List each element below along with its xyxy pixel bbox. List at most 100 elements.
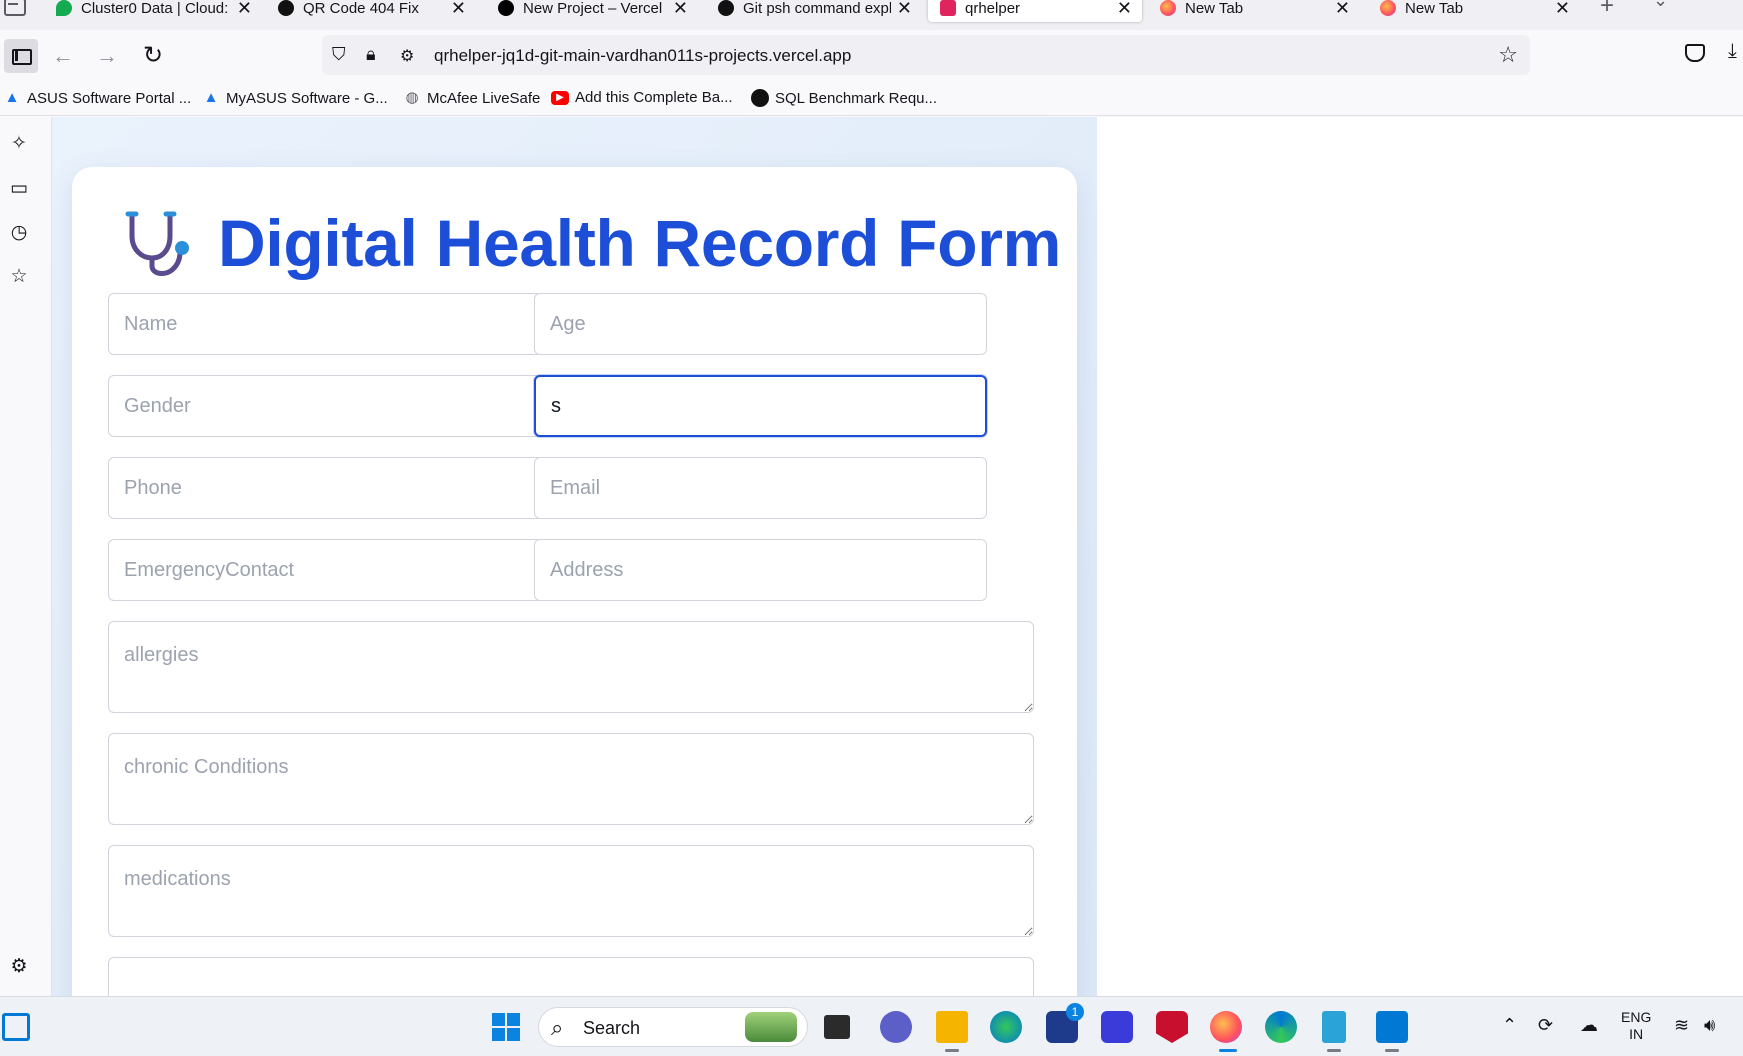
chevron-up-icon[interactable]: ⌃ <box>1502 1015 1517 1036</box>
chatgpt-icon <box>718 0 734 16</box>
taskbar-search-box[interactable]: ⌕ Search <box>538 1007 808 1047</box>
mathpix-icon[interactable] <box>1101 1011 1133 1043</box>
tab-vercel[interactable]: New Project – Vercel ✕ <box>498 0 688 22</box>
edge-icon[interactable] <box>1265 1011 1297 1043</box>
microsoft-store-icon[interactable]: 1 <box>1046 1003 1084 1043</box>
new-tab-plus-icon[interactable]: + <box>1600 0 1614 20</box>
close-icon[interactable]: ✕ <box>897 0 912 19</box>
qrhelper-icon <box>940 0 956 16</box>
notepad-icon[interactable] <box>1322 1011 1346 1043</box>
address-bar[interactable]: ⛉ 🔒︎ ⚙︎ qrhelper-jq1d-git-main-vardhan01… <box>322 35 1530 75</box>
download-icon[interactable]: ⤓ <box>1728 40 1737 63</box>
edge-dev-icon[interactable] <box>990 1011 1022 1043</box>
chronic-conditions-textarea[interactable] <box>108 733 1034 825</box>
tab-qrhelper[interactable]: qrhelper ✕ <box>928 0 1142 22</box>
forward-arrow-icon[interactable]: → <box>91 40 123 72</box>
chatgpt-icon <box>278 0 294 16</box>
address-input[interactable] <box>534 539 987 601</box>
tab-list-icon[interactable] <box>4 0 26 16</box>
firefox-icon <box>1380 0 1396 16</box>
task-view-icon[interactable] <box>824 1015 850 1039</box>
widgets-icon[interactable] <box>2 1013 30 1041</box>
tab-qr-code-fix[interactable]: QR Code 404 Fix ✕ <box>278 0 466 22</box>
bookmark-youtube[interactable]: ▶ Add this Complete Ba... <box>551 89 733 106</box>
windows-start-icon[interactable] <box>490 1011 522 1043</box>
firefox-icon <box>1160 0 1176 16</box>
stethoscope-icon <box>125 211 189 276</box>
search-highlight-image <box>745 1012 797 1042</box>
reload-icon[interactable]: ↻ <box>137 40 169 72</box>
pocket-icon[interactable] <box>1685 44 1705 62</box>
browser-sidebar: ✧ ▭ ◷ ☆ ⚙ <box>0 117 52 996</box>
vercel-icon <box>498 0 514 16</box>
page-background: Digital Health Record Form <box>52 117 1097 996</box>
medications-textarea[interactable] <box>108 845 1034 937</box>
history-clock-icon[interactable]: ◷ <box>8 222 30 244</box>
form-header: Digital Health Record Form <box>122 205 1061 281</box>
vscode-icon[interactable] <box>1376 1011 1408 1043</box>
search-icon: ⌕ <box>551 1015 564 1040</box>
form-title: Digital Health Record Form <box>218 206 1061 280</box>
close-icon[interactable]: ✕ <box>1117 0 1132 19</box>
settings-gear-icon[interactable]: ⚙ <box>8 956 30 978</box>
ai-chatbot-icon[interactable]: ✧ <box>8 133 30 155</box>
site-permissions-icon[interactable]: ⚙︎ <box>400 46 414 66</box>
tab-cluster0[interactable]: Cluster0 Data | Cloud: ✕ <box>56 0 252 22</box>
bookmark-asus-portal[interactable]: ▲ ASUS Software Portal ... <box>3 89 192 107</box>
store-badge: 1 <box>1066 1003 1084 1021</box>
mcafee-icon[interactable] <box>1156 1011 1188 1043</box>
sidebar-toggle-button[interactable] <box>4 39 38 73</box>
close-icon[interactable]: ✕ <box>451 0 466 19</box>
back-arrow-icon[interactable]: ← <box>47 40 79 72</box>
url-text[interactable]: qrhelper-jq1d-git-main-vardhan011s-proje… <box>434 46 851 66</box>
emergency-contact-input[interactable] <box>108 539 561 601</box>
bookmark-sql-benchmark[interactable]: SQL Benchmark Requ... <box>751 89 937 107</box>
youtube-icon: ▶ <box>551 90 569 105</box>
tab-new-tab-1[interactable]: New Tab ✕ <box>1160 0 1350 22</box>
gender-input[interactable] <box>108 375 561 437</box>
active-indicator <box>1219 1049 1237 1052</box>
blood-group-input[interactable] <box>534 375 987 437</box>
globe-icon: ◍ <box>405 89 419 106</box>
onedrive-offline-icon[interactable]: ☁ <box>1580 1015 1598 1036</box>
form-card: Digital Health Record Form <box>72 167 1077 996</box>
bookmarks-toolbar: ▲ ASUS Software Portal ... ▲ MyASUS Soft… <box>0 82 1743 116</box>
email-input[interactable] <box>534 457 987 519</box>
chatgpt-icon <box>751 89 769 107</box>
running-indicator <box>1327 1049 1341 1052</box>
shield-icon[interactable]: ⛉ <box>332 44 346 65</box>
close-icon[interactable]: ✕ <box>1555 0 1570 19</box>
phone-input[interactable] <box>108 457 561 519</box>
name-input[interactable] <box>108 293 561 355</box>
firefox-icon[interactable] <box>1210 1011 1242 1043</box>
sync-icon[interactable]: ⟳ <box>1538 1015 1553 1036</box>
synced-tabs-icon[interactable]: ▭ <box>8 178 30 200</box>
asus-icon: ▲ <box>203 89 219 106</box>
navigation-toolbar: ← → ↻ ⛉ 🔒︎ ⚙︎ qrhelper-jq1d-git-main-var… <box>0 30 1743 82</box>
bookmarks-star-icon[interactable]: ☆ <box>8 266 30 288</box>
bookmark-star-icon[interactable]: ☆ <box>1498 42 1518 68</box>
page-viewport: Digital Health Record Form <box>52 117 1743 996</box>
tab-git-push[interactable]: Git psh command expl ✕ <box>718 0 912 22</box>
lock-icon[interactable]: 🔒︎ <box>366 44 376 65</box>
close-icon[interactable]: ✕ <box>673 0 688 19</box>
close-icon[interactable]: ✕ <box>237 0 252 19</box>
age-input[interactable] <box>534 293 987 355</box>
tab-new-tab-2[interactable]: New Tab ✕ <box>1380 0 1570 22</box>
teams-chat-icon[interactable] <box>880 1011 912 1043</box>
wifi-icon[interactable]: ≋ <box>1674 1015 1689 1036</box>
volume-icon[interactable]: 🔊︎ <box>1704 1015 1715 1036</box>
file-explorer-icon[interactable] <box>936 1011 968 1043</box>
windows-taskbar: ⌕ Search 1 ⌃ ⟳ ☁ ENG IN ≋ 🔊︎ <box>0 996 1743 1056</box>
running-indicator <box>945 1049 959 1052</box>
bookmark-myasus[interactable]: ▲ MyASUS Software - G... <box>202 89 388 107</box>
next-field-textarea[interactable] <box>108 957 1034 996</box>
allergies-textarea[interactable] <box>108 621 1034 713</box>
mongodb-leaf-icon <box>56 0 72 16</box>
tab-strip: Cluster0 Data | Cloud: ✕ QR Code 404 Fix… <box>0 0 1743 30</box>
bookmark-mcafee[interactable]: ◍ McAfee LiveSafe <box>403 89 540 107</box>
chevron-down-icon[interactable]: ⌄ <box>1653 0 1668 11</box>
close-icon[interactable]: ✕ <box>1335 0 1350 19</box>
language-indicator[interactable]: ENG IN <box>1621 1009 1651 1043</box>
running-indicator <box>1385 1049 1399 1052</box>
